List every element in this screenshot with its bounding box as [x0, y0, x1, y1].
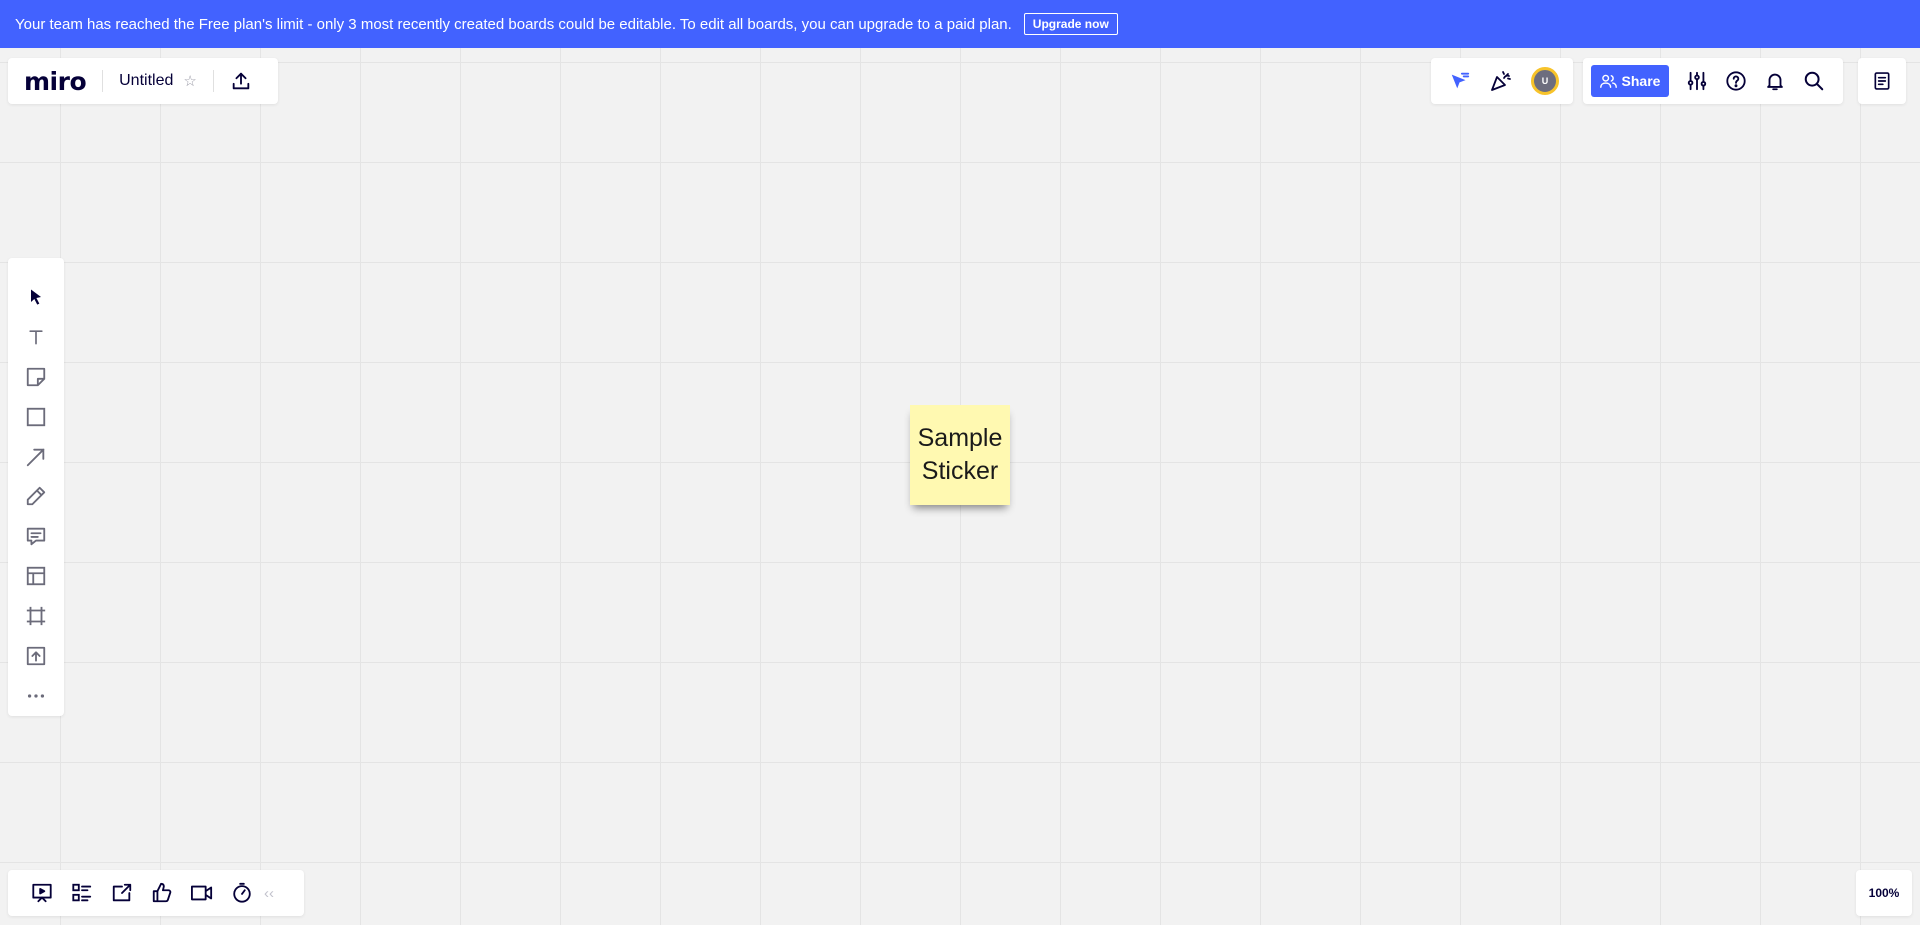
frame-icon[interactable] [16, 596, 56, 636]
arrow-icon[interactable] [16, 437, 56, 477]
share-label: Share [1621, 73, 1661, 89]
select-icon[interactable] [16, 277, 56, 317]
follow-cursor-icon[interactable] [1449, 70, 1471, 92]
banner-message: Your team has reached the Free plan's li… [15, 15, 1012, 33]
sticky-note-icon[interactable] [16, 357, 56, 397]
video-icon[interactable] [182, 873, 222, 913]
vote-icon[interactable] [142, 873, 182, 913]
sticky-note-text: Sample Sticker [917, 424, 1003, 485]
template-icon[interactable] [16, 556, 56, 596]
top-right-toolbar: Share [1583, 58, 1843, 104]
comment-icon[interactable] [16, 516, 56, 556]
search-icon[interactable] [1803, 70, 1825, 92]
help-icon[interactable] [1725, 70, 1747, 92]
star-icon[interactable]: ☆ [183, 72, 196, 90]
sticky-note[interactable]: Sample Sticker [910, 405, 1010, 505]
upload-icon[interactable] [16, 636, 56, 676]
divider [212, 70, 214, 92]
shape-icon[interactable] [16, 397, 56, 437]
miro-logo[interactable]: miro [24, 69, 87, 94]
upgrade-now-button[interactable]: Upgrade now [1023, 13, 1118, 35]
share-button[interactable]: Share [1591, 65, 1669, 97]
plan-limit-banner: Your team has reached the Free plan's li… [0, 0, 1920, 48]
timer-icon[interactable] [222, 873, 262, 913]
celebrate-icon[interactable] [1489, 69, 1513, 93]
kanban-icon[interactable] [62, 873, 102, 913]
bottom-toolbar: ‹‹ [8, 870, 304, 916]
text-icon[interactable] [16, 317, 56, 357]
user-avatar[interactable]: U [1531, 67, 1559, 95]
more-icon[interactable] [16, 676, 56, 716]
zoom-level[interactable]: 100% [1856, 870, 1912, 916]
collapse-toolbar-icon[interactable]: ‹‹ [264, 885, 274, 902]
board-header: miro Untitled ☆ [8, 58, 278, 104]
collaboration-bar: U [1431, 58, 1573, 104]
present-icon[interactable] [22, 873, 62, 913]
share-screen-icon[interactable] [102, 873, 142, 913]
users-icon [1599, 74, 1617, 88]
creation-toolbar [8, 258, 64, 716]
pen-icon[interactable] [16, 477, 56, 517]
board-panel-toggle-icon[interactable] [1858, 58, 1906, 104]
divider [102, 70, 104, 92]
export-icon[interactable] [230, 70, 252, 92]
settings-sliders-icon[interactable] [1686, 70, 1708, 92]
board-title[interactable]: Untitled [119, 72, 173, 90]
notification-bell-icon[interactable] [1764, 70, 1786, 92]
